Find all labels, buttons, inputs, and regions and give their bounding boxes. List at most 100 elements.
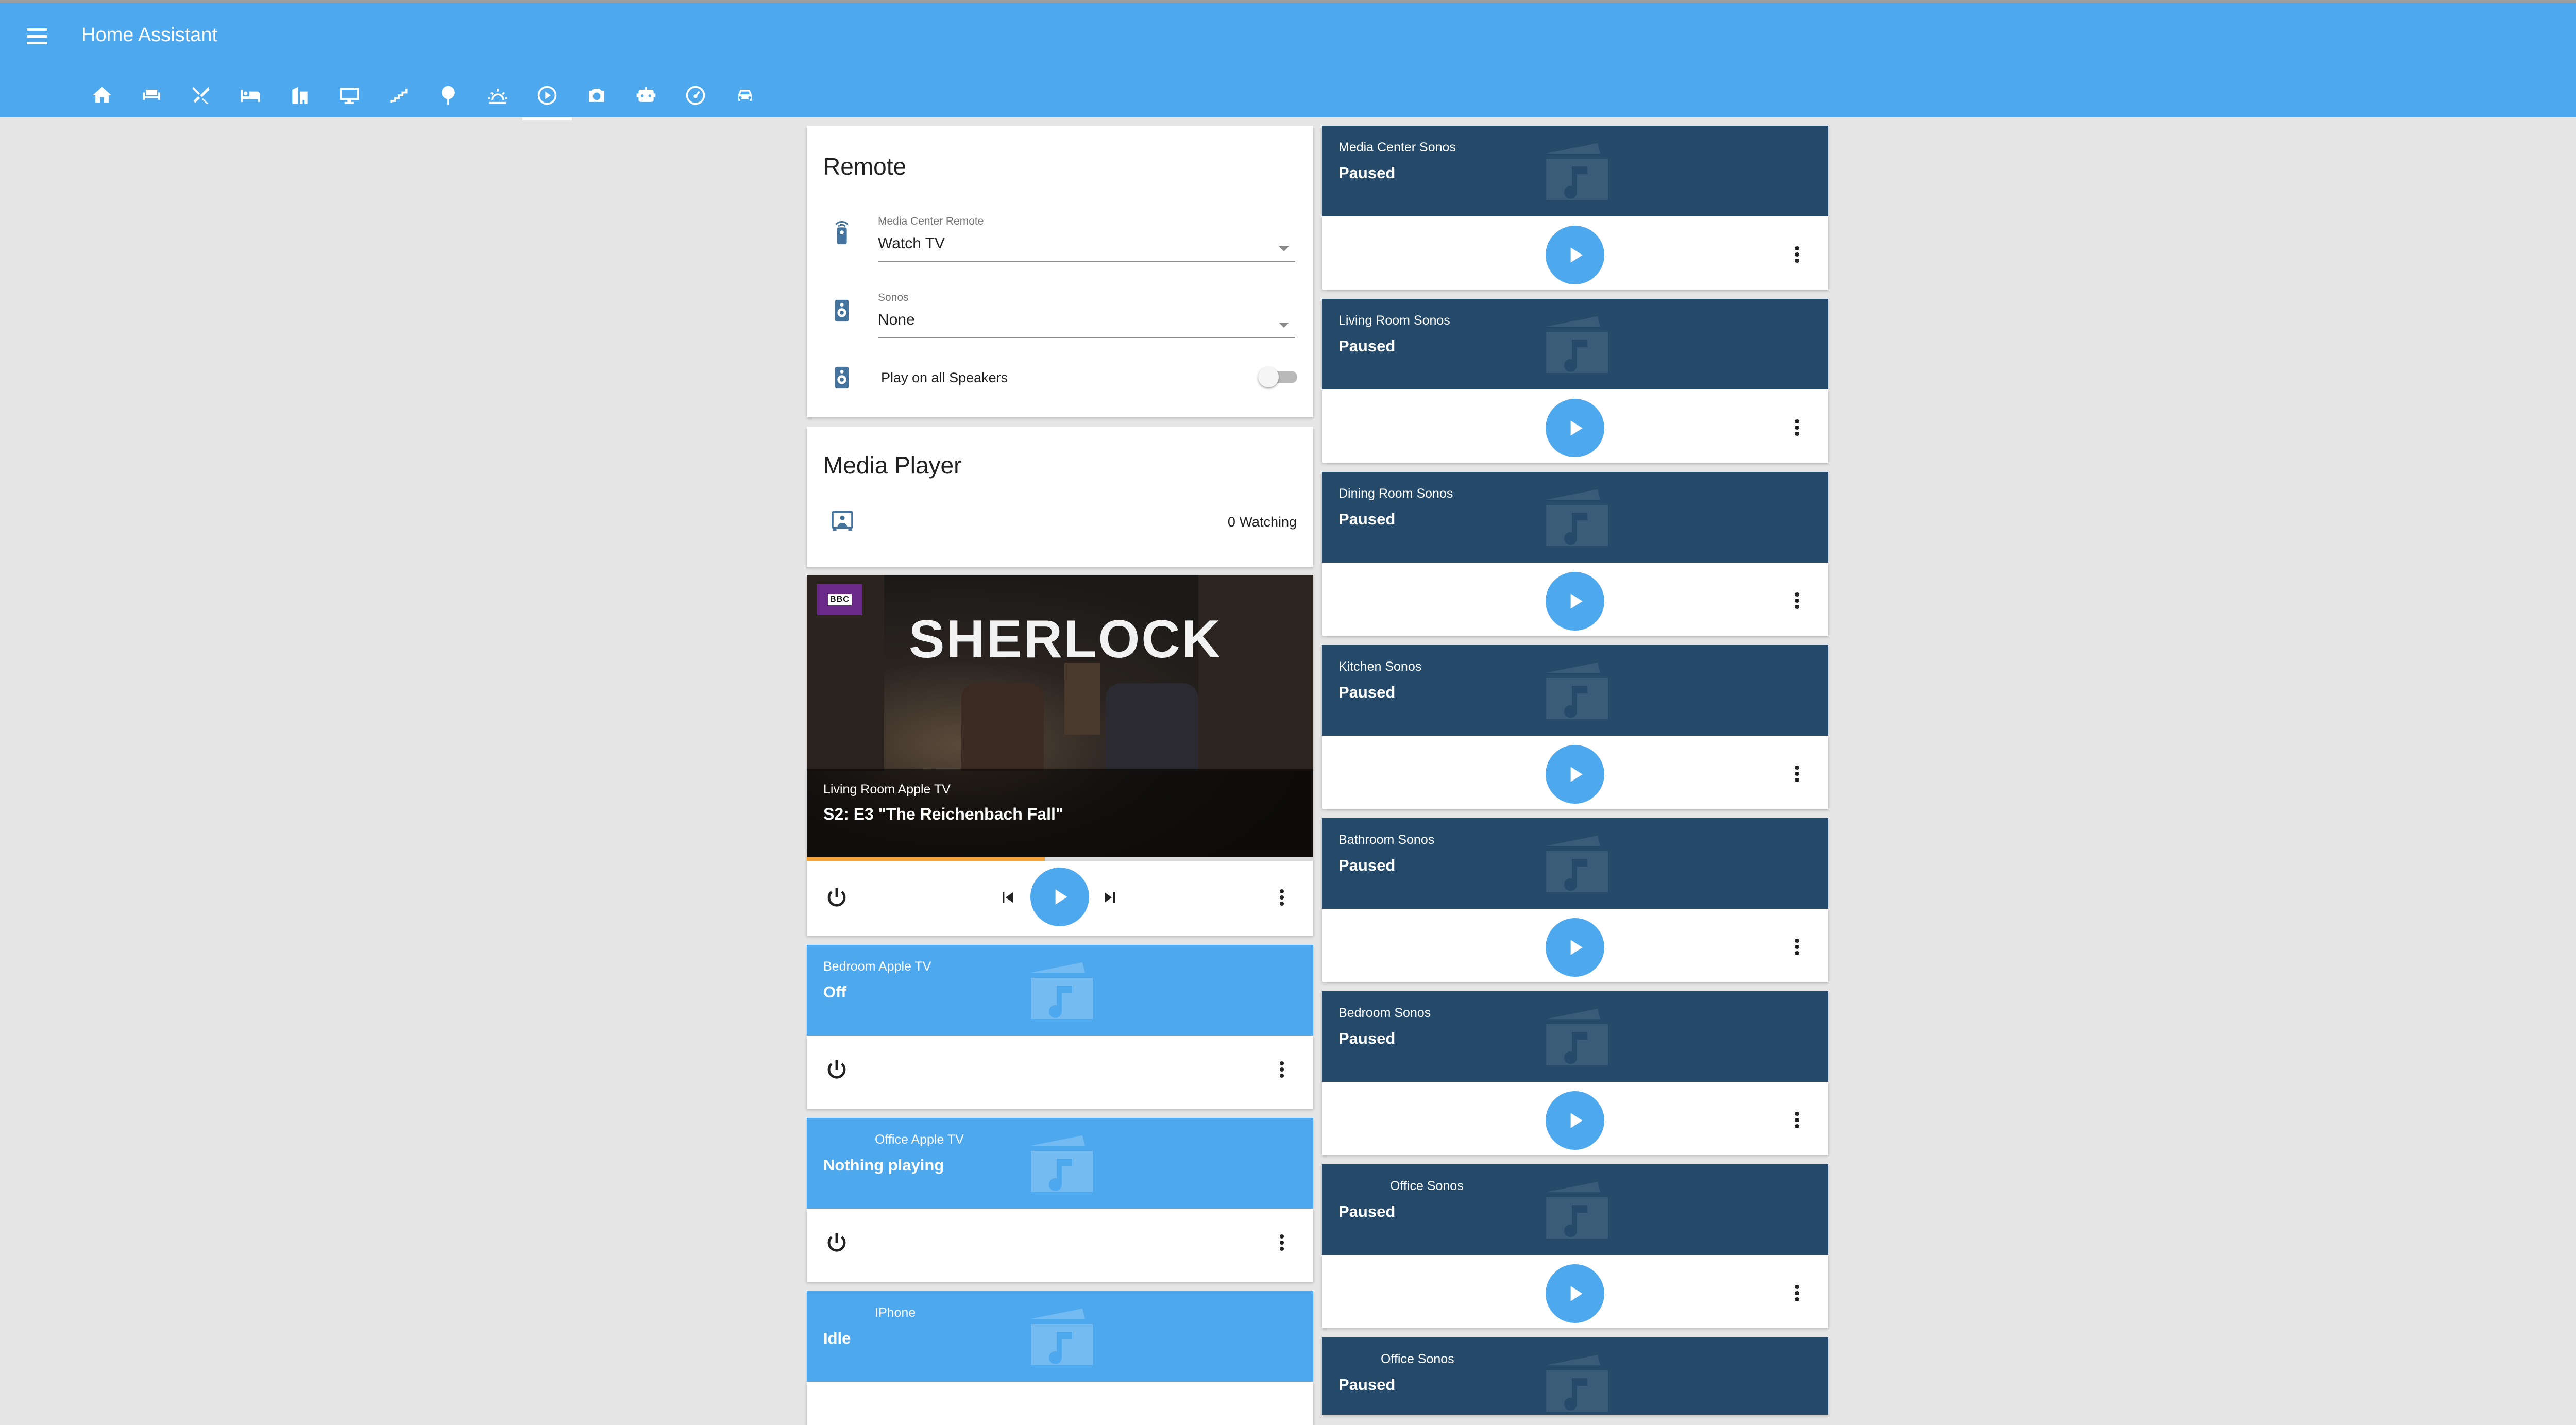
skip-next-icon[interactable] bbox=[1099, 887, 1120, 908]
media-progress-bar[interactable] bbox=[807, 857, 1313, 861]
more-options-icon[interactable] bbox=[1787, 412, 1807, 443]
sonos-card: Bathroom Sonos Paused bbox=[1322, 818, 1828, 982]
select-value: Watch TV bbox=[878, 235, 945, 252]
menu-icon[interactable] bbox=[23, 22, 52, 51]
movie-music-icon bbox=[1031, 962, 1093, 1019]
remote-icon bbox=[835, 220, 849, 245]
play-icon bbox=[1570, 940, 1583, 955]
tab-cameras[interactable] bbox=[572, 75, 621, 120]
select-underline bbox=[878, 261, 1295, 262]
player-header: Office Apple TV Nothing playing bbox=[807, 1118, 1313, 1209]
play-button[interactable] bbox=[1546, 399, 1604, 457]
movie-music-icon bbox=[1546, 489, 1608, 546]
player-header: Bathroom Sonos Paused bbox=[1322, 818, 1828, 909]
play-button[interactable] bbox=[1546, 1091, 1604, 1150]
stairs-icon bbox=[390, 89, 408, 103]
player-state: Paused bbox=[1338, 1376, 1396, 1394]
player-name: Bathroom Sonos bbox=[1338, 833, 1435, 847]
more-options-icon[interactable] bbox=[1272, 882, 1292, 913]
camera-icon bbox=[589, 89, 604, 102]
view-tabs bbox=[77, 75, 770, 120]
player-header: Dining Room Sonos Paused bbox=[1322, 472, 1828, 563]
tab-bedroom[interactable] bbox=[226, 75, 275, 120]
play-button[interactable] bbox=[1546, 1264, 1604, 1323]
tab-living-room[interactable] bbox=[127, 75, 176, 120]
more-options-icon[interactable] bbox=[1272, 1227, 1292, 1258]
theater-icon bbox=[832, 511, 853, 531]
play-button[interactable] bbox=[1546, 745, 1604, 804]
tab-system[interactable] bbox=[671, 75, 720, 120]
movie-music-icon bbox=[1546, 1355, 1608, 1412]
more-options-icon[interactable] bbox=[1787, 1278, 1807, 1309]
tab-weather[interactable] bbox=[473, 75, 522, 120]
robot-icon bbox=[636, 87, 656, 102]
player-name: Bedroom Apple TV bbox=[823, 959, 931, 974]
play-icon bbox=[1570, 593, 1583, 609]
play-circle-icon bbox=[537, 86, 557, 105]
more-options-icon[interactable] bbox=[1787, 585, 1807, 616]
player-header: Media Center Sonos Paused bbox=[1322, 126, 1828, 216]
player-name: Office Apple TV bbox=[875, 1132, 964, 1147]
select-value: None bbox=[878, 311, 915, 328]
garage-icon bbox=[292, 87, 308, 104]
tab-kitchen[interactable] bbox=[176, 75, 226, 120]
artwork-fireplace bbox=[1064, 663, 1100, 735]
play-button[interactable] bbox=[1546, 918, 1604, 977]
more-options-icon[interactable] bbox=[1787, 758, 1807, 789]
media-player-card: Office Apple TV Nothing playing bbox=[807, 1118, 1313, 1282]
more-options-icon[interactable] bbox=[1272, 1054, 1292, 1085]
power-icon[interactable] bbox=[824, 885, 849, 910]
play-icon bbox=[1570, 247, 1583, 263]
player-name: Bedroom Sonos bbox=[1338, 1006, 1431, 1020]
player-name: Office Sonos bbox=[1381, 1352, 1454, 1366]
play-button[interactable] bbox=[1030, 868, 1089, 926]
player-state: Paused bbox=[1338, 683, 1396, 701]
media-player-card: IPhone Idle bbox=[807, 1291, 1313, 1425]
sonos-card: Dining Room Sonos Paused bbox=[1322, 472, 1828, 636]
sonos-card: Bedroom Sonos Paused bbox=[1322, 991, 1828, 1155]
tab-home[interactable] bbox=[77, 75, 127, 120]
skip-previous-icon[interactable] bbox=[997, 887, 1018, 908]
sonos-card: Kitchen Sonos Paused bbox=[1322, 645, 1828, 809]
player-state: Paused bbox=[1338, 164, 1396, 182]
tab-media-center[interactable] bbox=[325, 75, 374, 120]
tab-stairs[interactable] bbox=[374, 75, 423, 120]
more-options-icon[interactable] bbox=[1787, 1105, 1807, 1135]
chevron-down-icon bbox=[1279, 246, 1289, 251]
play-icon bbox=[1570, 1113, 1583, 1128]
toggle-knob bbox=[1258, 367, 1279, 387]
player-header: IPhone Idle bbox=[807, 1291, 1313, 1382]
bed-icon bbox=[241, 90, 260, 102]
movie-music-icon bbox=[1031, 1309, 1093, 1365]
power-icon[interactable] bbox=[824, 1057, 849, 1082]
player-header: Office Sonos Paused bbox=[1322, 1164, 1828, 1255]
tab-automation[interactable] bbox=[621, 75, 671, 120]
chevron-down-icon bbox=[1279, 323, 1289, 328]
artwork-shelf bbox=[1198, 575, 1313, 771]
remote-card: Remote Media Center Remote Watch TV Sono… bbox=[807, 126, 1313, 417]
gauge-icon bbox=[686, 86, 705, 105]
player-state: Paused bbox=[1338, 337, 1396, 355]
media-player-card: Media Player 0 Watching bbox=[807, 427, 1313, 567]
more-options-icon[interactable] bbox=[1787, 239, 1807, 270]
movie-music-icon bbox=[1546, 316, 1608, 373]
artwork-chair bbox=[961, 683, 1044, 771]
more-options-icon[interactable] bbox=[1787, 931, 1807, 962]
power-icon[interactable] bbox=[824, 1230, 849, 1255]
speaker-icon bbox=[835, 299, 849, 322]
tab-car[interactable] bbox=[720, 75, 770, 120]
player-state: Nothing playing bbox=[823, 1156, 944, 1174]
player-name: Office Sonos bbox=[1390, 1179, 1464, 1193]
player-state: Off bbox=[823, 983, 846, 1001]
player-state: Paused bbox=[1338, 856, 1396, 874]
tab-outdoor[interactable] bbox=[423, 75, 473, 120]
tab-media[interactable] bbox=[522, 75, 572, 120]
player-name: Kitchen Sonos bbox=[1338, 659, 1422, 674]
player-header: Office Sonos Paused bbox=[1322, 1337, 1828, 1415]
sofa-icon bbox=[143, 90, 160, 100]
player-name: Dining Room Sonos bbox=[1338, 486, 1453, 501]
play-button[interactable] bbox=[1546, 226, 1604, 284]
play-button[interactable] bbox=[1546, 572, 1604, 631]
tab-garage[interactable] bbox=[275, 75, 325, 120]
progress-fill bbox=[807, 857, 1045, 861]
